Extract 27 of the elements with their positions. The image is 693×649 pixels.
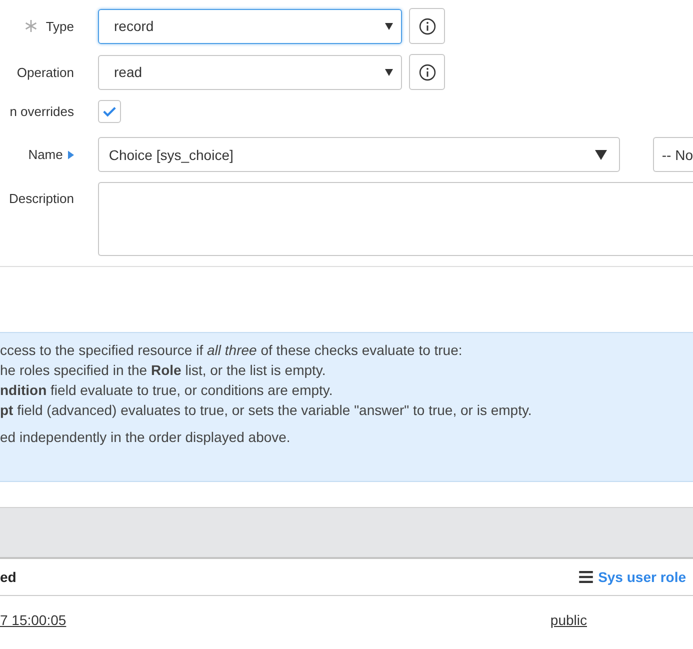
select-field[interactable]: -- No <box>652 137 693 172</box>
info-text: ndition field evaluate to true, or conditions are empty. <box>0 381 334 400</box>
caret-icon <box>385 68 393 76</box>
checkbox[interactable] <box>98 100 121 123</box>
info-text: pt field (advanced) evaluates to true, or sets the variable "answer" to true, or is empty. <box>0 401 533 420</box>
select-field[interactable]: record <box>98 8 402 44</box>
table-link[interactable]: public <box>550 612 587 628</box>
info-text: ccess to the specified resource if all three of these checks evaluate to true: <box>0 341 464 360</box>
info-text: ed independently in the order displayed above. <box>0 428 292 447</box>
column-header[interactable]: Sys user role <box>579 569 686 585</box>
reference-field[interactable]: Choice [sys_choice] <box>98 137 620 172</box>
field-label: Description <box>8 191 74 206</box>
field-label: n overrides <box>10 104 74 119</box>
info-button[interactable] <box>409 8 445 44</box>
caret-icon <box>594 150 607 160</box>
column-header[interactable]: ed <box>0 569 16 585</box>
field-label: Name <box>28 147 63 162</box>
info-icon <box>418 64 436 80</box>
checkmark-icon <box>102 104 117 119</box>
caret-icon <box>385 22 393 30</box>
field-label: Type <box>46 18 74 34</box>
field-label: Operation <box>16 64 74 80</box>
info-text: he roles specified in the Role list, or the list is empty. <box>0 361 327 380</box>
info-button[interactable] <box>409 54 445 90</box>
table-link[interactable]: 7 15:00:05 <box>0 612 66 628</box>
info-icon <box>418 18 436 34</box>
select-field[interactable]: read <box>98 54 402 90</box>
